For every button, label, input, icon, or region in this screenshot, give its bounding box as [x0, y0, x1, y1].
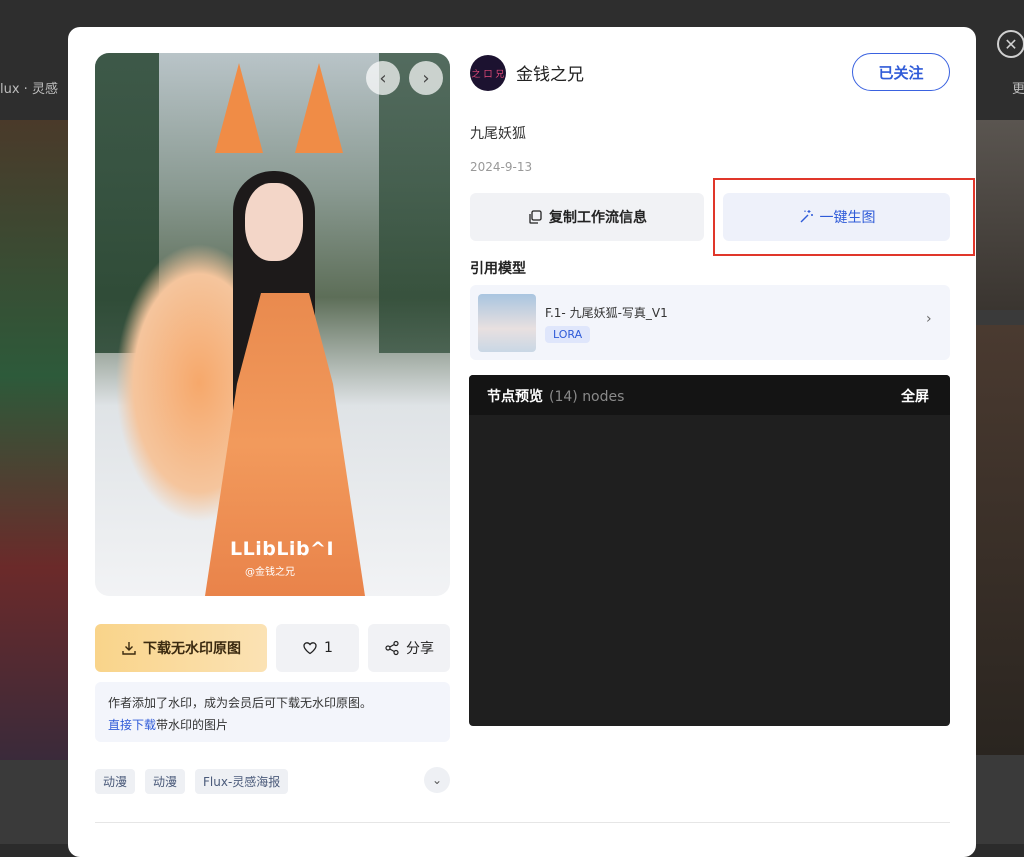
fullscreen-button[interactable]: 全屏 [901, 386, 929, 406]
watermark-logo: LLibLib^I [230, 538, 335, 560]
work-date: 2024-9-13 [470, 160, 533, 174]
avatar[interactable]: 之 口 兄 [470, 55, 506, 91]
direct-download-link[interactable]: 直接下载 [108, 718, 156, 732]
tag-item[interactable]: 动漫 [145, 769, 186, 794]
like-button[interactable]: 1 [276, 624, 359, 672]
background-right-card[interactable] [976, 120, 1024, 310]
model-type-badge: LORA [545, 326, 591, 343]
chevron-right-icon: › [926, 311, 932, 327]
close-button[interactable]: ✕ [997, 30, 1024, 58]
download-label: 下载无水印原图 [143, 641, 241, 657]
close-icon: ✕ [1004, 34, 1018, 54]
face [245, 183, 303, 261]
prev-image-button[interactable]: ‹ [366, 61, 400, 95]
next-image-button[interactable]: › [409, 61, 443, 95]
notice-text: 作者添加了水印，成为会员后可下载无水印原图。 [108, 696, 373, 710]
model-name: F.1- 九尾妖狐-写真_V1 [545, 306, 668, 320]
background-left-card[interactable] [0, 120, 68, 760]
download-button[interactable]: 下载无水印原图 [95, 624, 267, 672]
model-thumbnail [478, 294, 536, 352]
fox-tails [115, 243, 235, 523]
heart-icon [303, 642, 317, 655]
watermark-notice: 作者添加了水印，成为会员后可下载无水印原图。 直接下载带水印的图片 [95, 682, 450, 742]
node-preview-header: 节点预览 (14) nodes 全屏 [469, 375, 950, 415]
reference-model-label: 引用模型 [470, 261, 526, 277]
hero-image[interactable]: ‹ › LLibLib^I @金钱之兄 [95, 53, 450, 596]
work-title: 九尾妖狐 [470, 126, 526, 142]
detail-modal: ‹ › LLibLib^I @金钱之兄 下载无水印原图 1 分享 作者添加了水印… [68, 27, 976, 857]
node-count: (14) nodes [549, 389, 625, 405]
share-icon [385, 640, 399, 656]
copy-icon [529, 210, 542, 224]
model-card[interactable]: F.1- 九尾妖狐-写真_V1 LORA › [470, 285, 950, 360]
highlight-annotation [713, 178, 975, 256]
watermark-author: @金钱之兄 [245, 567, 295, 578]
chevron-right-icon: › [422, 67, 430, 89]
download-icon [122, 642, 136, 655]
copy-workflow-button[interactable]: 复制工作流信息 [470, 193, 704, 241]
background-right-title: 更 [1012, 82, 1024, 97]
author-name[interactable]: 金钱之兄 [516, 60, 584, 85]
tag-list: 动漫 动漫 Flux-灵感海报 [95, 769, 289, 794]
chevron-left-icon: ‹ [379, 67, 387, 89]
follow-button[interactable]: 已关注 [852, 53, 950, 91]
tag-item[interactable]: Flux-灵感海报 [195, 769, 289, 794]
share-button[interactable]: 分享 [368, 624, 450, 672]
share-label: 分享 [406, 641, 434, 657]
tag-item[interactable]: 动漫 [95, 769, 136, 794]
notice-link-suffix: 带水印的图片 [156, 718, 229, 732]
background-right-card-2[interactable] [976, 325, 1024, 755]
node-preview-panel[interactable]: 节点预览 (14) nodes 全屏 [469, 375, 950, 726]
divider [95, 822, 950, 823]
background-left-title: lux · 灵感 [0, 82, 58, 97]
like-count: 1 [324, 640, 333, 656]
expand-tags-button[interactable]: ⌄ [424, 767, 450, 793]
node-preview-title: 节点预览 [487, 389, 543, 405]
copy-workflow-label: 复制工作流信息 [549, 210, 647, 226]
chevron-down-icon: ⌄ [431, 773, 443, 787]
